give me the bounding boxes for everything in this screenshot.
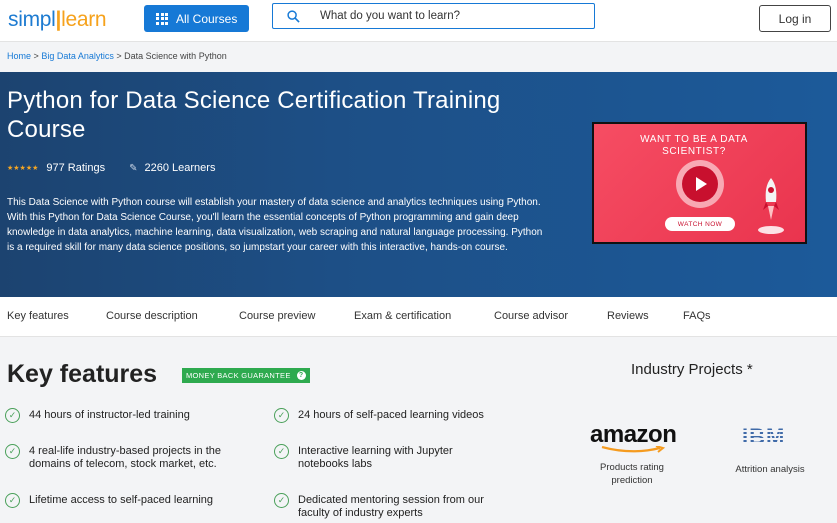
check-circle-icon: ✓ bbox=[274, 493, 289, 508]
tab-course-preview[interactable]: Course preview bbox=[239, 310, 315, 322]
preview-video[interactable]: WANT TO BE A DATA SCIENTIST? WATCH NOW bbox=[592, 122, 807, 244]
help-icon[interactable]: ? bbox=[296, 371, 306, 380]
key-features-heading: Key features bbox=[7, 360, 158, 388]
check-circle-icon: ✓ bbox=[274, 408, 289, 423]
top-bar: simpl|learn All Courses Log in bbox=[0, 0, 837, 42]
feature-item: ✓ 44 hours of instructor-led training bbox=[5, 408, 245, 423]
check-circle-icon: ✓ bbox=[5, 408, 20, 423]
tab-exam-certification[interactable]: Exam & certification bbox=[354, 310, 451, 322]
course-hero: Python for Data Science Certification Tr… bbox=[0, 72, 837, 297]
amazon-logo: amazon bbox=[590, 421, 677, 448]
breadcrumb-separator: > bbox=[116, 51, 122, 61]
feature-item: ✓ Lifetime access to self-paced learning bbox=[5, 493, 245, 508]
watch-now-button[interactable]: WATCH NOW bbox=[665, 217, 735, 231]
ibm-logo: IBM bbox=[742, 424, 786, 449]
feature-item: ✓ 24 hours of self-paced learning videos bbox=[274, 408, 489, 423]
project-caption: Attrition analysis bbox=[735, 464, 805, 475]
project-caption: Products rating prediction bbox=[600, 462, 664, 486]
breadcrumb: Home > Big Data Analytics > Data Science… bbox=[7, 51, 227, 61]
rating-row: ★★★★★ 977 Ratings ✎ 2260 Learners bbox=[7, 162, 215, 174]
breadcrumb-current: Data Science with Python bbox=[124, 51, 227, 61]
feature-item: ✓ Dedicated mentoring session from our f… bbox=[274, 493, 489, 520]
course-title: Python for Data Science Certification Tr… bbox=[7, 87, 501, 143]
check-circle-icon: ✓ bbox=[274, 444, 289, 459]
learners-count: 2260 Learners bbox=[144, 162, 216, 174]
rating-stars-icon: ★★★★★ bbox=[7, 165, 39, 172]
simplilearn-logo[interactable]: simpl|learn bbox=[8, 8, 107, 32]
tab-course-advisor[interactable]: Course advisor bbox=[494, 310, 568, 322]
search-box[interactable] bbox=[272, 3, 595, 29]
industry-projects-heading: Industry Projects * bbox=[631, 361, 753, 378]
tab-key-features[interactable]: Key features bbox=[7, 310, 69, 322]
grid-menu-icon bbox=[156, 12, 168, 25]
ratings-count[interactable]: 977 Ratings bbox=[46, 162, 105, 174]
amazon-smile-icon bbox=[601, 446, 666, 453]
check-circle-icon: ✓ bbox=[5, 444, 20, 459]
feature-item: ✓ Interactive learning with Jupyter note… bbox=[274, 444, 489, 471]
money-back-guarantee-badge[interactable]: MONEY BACK GUARANTEE ? bbox=[182, 368, 310, 383]
breadcrumb-big-data-analytics[interactable]: Big Data Analytics bbox=[41, 51, 114, 61]
login-button[interactable]: Log in bbox=[759, 5, 831, 32]
tab-faqs[interactable]: FAQs bbox=[683, 310, 711, 322]
play-icon bbox=[682, 166, 718, 202]
play-button[interactable] bbox=[676, 160, 724, 208]
video-title: WANT TO BE A DATA SCIENTIST? bbox=[640, 134, 748, 157]
tab-reviews[interactable]: Reviews bbox=[607, 310, 649, 322]
search-input[interactable] bbox=[320, 10, 570, 22]
breadcrumb-home[interactable]: Home bbox=[7, 51, 31, 61]
check-circle-icon: ✓ bbox=[5, 493, 20, 508]
breadcrumb-separator: > bbox=[33, 51, 39, 61]
all-courses-button[interactable]: All Courses bbox=[144, 5, 249, 32]
learners-icon: ✎ bbox=[129, 162, 138, 174]
tab-course-description[interactable]: Course description bbox=[106, 310, 198, 322]
course-description: This Data Science with Python course wil… bbox=[7, 197, 543, 253]
search-icon bbox=[287, 9, 300, 23]
astronaut-rocket-icon bbox=[758, 178, 784, 234]
feature-item: ✓ 4 real-life industry-based projects in… bbox=[5, 444, 245, 471]
course-tabs: Key features Course description Course p… bbox=[0, 297, 837, 337]
